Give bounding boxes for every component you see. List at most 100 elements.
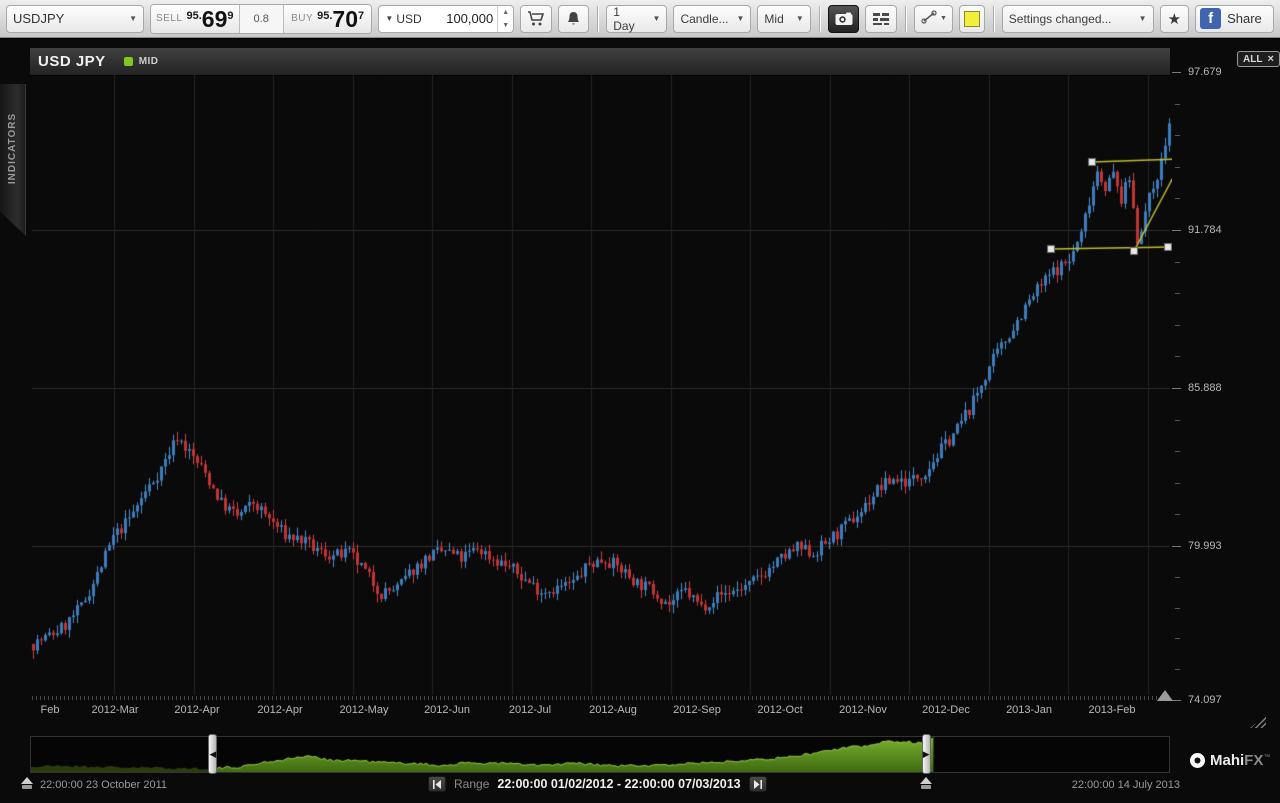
close-icon: × bbox=[1267, 54, 1273, 64]
spread-value: 0.8 bbox=[240, 5, 283, 33]
price-axis-tick bbox=[1172, 230, 1181, 231]
eject-icon bbox=[920, 777, 932, 784]
chevron-down-icon: ▼ bbox=[1139, 14, 1147, 23]
buy-button[interactable]: BUY 95.707 bbox=[283, 5, 372, 33]
chevron-down-icon: ▼ bbox=[796, 14, 804, 23]
price-axis-label: 79.993 bbox=[1188, 540, 1222, 552]
toolbar-separator bbox=[993, 6, 994, 32]
eject-end-marker[interactable] bbox=[919, 777, 933, 791]
price-axis-minor-tick bbox=[1175, 167, 1180, 168]
price-axis-minor-tick bbox=[1175, 638, 1180, 639]
time-axis-label: 2012-Mar bbox=[91, 704, 138, 716]
price-axis-minor-tick bbox=[1175, 577, 1180, 578]
handle-left-arrow-icon: ◀ bbox=[209, 749, 216, 760]
sell-button[interactable]: SELL 95.699 bbox=[151, 5, 240, 33]
alerts-bell-button[interactable] bbox=[558, 5, 590, 33]
time-axis-label: 2012-Nov bbox=[839, 704, 887, 716]
mahifx-logo: Mahi FX ™ bbox=[1190, 752, 1270, 769]
chevron-down-icon: ▼ bbox=[129, 14, 137, 23]
facebook-share-button[interactable]: f Share bbox=[1195, 5, 1274, 33]
navigator-chart[interactable] bbox=[31, 737, 1169, 772]
trade-amount-field[interactable]: ▼ USD 100,000 ▲ ▼ bbox=[378, 5, 514, 33]
logo-trademark: ™ bbox=[1263, 754, 1270, 761]
settings-dropdown[interactable]: Settings changed... ▼ bbox=[1002, 5, 1154, 33]
scroll-to-latest-marker[interactable] bbox=[1157, 690, 1173, 701]
range-value: 22:00:00 01/02/2012 - 22:00:00 07/03/201… bbox=[497, 777, 740, 791]
bell-icon bbox=[566, 11, 581, 27]
navigator-left-handle[interactable]: ◀ bbox=[208, 734, 217, 774]
currency-pair-value: USDJPY bbox=[13, 11, 64, 26]
buy-label: BUY bbox=[291, 13, 313, 24]
trendline-tool-button[interactable]: ▼ bbox=[914, 5, 953, 33]
amount-currency: USD bbox=[396, 12, 421, 26]
color-swatch bbox=[964, 11, 980, 27]
resize-grip-icon[interactable] bbox=[1250, 715, 1266, 728]
price-axis-label: 97.679 bbox=[1188, 66, 1222, 78]
navigator-right-handle[interactable]: ▶ bbox=[922, 734, 931, 774]
trendline-tool-icon bbox=[920, 9, 938, 28]
price-mode-value: Mid bbox=[764, 12, 783, 26]
range-start-timestamp: 22:00:00 23 October 2011 bbox=[40, 779, 167, 791]
price-axis-label: 74.097 bbox=[1188, 694, 1222, 706]
time-axis-ticks bbox=[32, 696, 1170, 700]
quote-panel: SELL 95.699 0.8 BUY 95.707 bbox=[150, 4, 372, 34]
camera-icon bbox=[835, 12, 853, 26]
orders-cart-button[interactable] bbox=[520, 5, 552, 33]
indicators-tab-label: INDICATORS bbox=[7, 112, 18, 183]
chevron-down-icon: ▼ bbox=[737, 14, 745, 23]
currency-pair-dropdown[interactable]: USDJPY ▼ bbox=[6, 5, 144, 33]
top-toolbar: USDJPY ▼ SELL 95.699 0.8 BUY 95.707 ▼ US… bbox=[0, 0, 1280, 38]
skip-start-icon bbox=[432, 780, 442, 789]
time-axis-label: 2012-Dec bbox=[922, 704, 970, 716]
stepper-down-icon[interactable]: ▼ bbox=[498, 19, 513, 32]
sell-price-big: 69 bbox=[202, 5, 228, 33]
toolbar-separator bbox=[597, 6, 598, 32]
amount-stepper[interactable]: ▲ ▼ bbox=[497, 6, 513, 32]
snapshot-camera-button[interactable] bbox=[828, 5, 860, 33]
price-axis-minor-tick bbox=[1175, 451, 1180, 452]
drawing-color-button[interactable] bbox=[959, 5, 985, 33]
time-axis-label: 2012-Aug bbox=[589, 704, 637, 716]
stepper-up-icon[interactable]: ▲ bbox=[498, 6, 513, 19]
price-axis-tick bbox=[1172, 72, 1181, 73]
layout-button[interactable] bbox=[865, 5, 897, 33]
chevron-down-icon[interactable]: ▼ bbox=[385, 14, 393, 23]
skip-to-start-button[interactable] bbox=[428, 776, 446, 792]
chart-type-value: Candle... bbox=[680, 12, 728, 26]
price-axis-minor-tick bbox=[1175, 198, 1180, 199]
chevron-down-icon: ▼ bbox=[653, 14, 661, 23]
range-label: Range bbox=[454, 777, 489, 791]
share-label: Share bbox=[1227, 11, 1262, 26]
buy-price-prefix: 95. bbox=[317, 10, 332, 22]
eject-start-marker[interactable] bbox=[20, 777, 34, 791]
toolbar-separator bbox=[819, 6, 820, 32]
time-axis-label: 2012-Sep bbox=[673, 704, 721, 716]
price-mode-dropdown[interactable]: Mid ▼ bbox=[757, 5, 810, 33]
range-end-timestamp: 22:00:00 14 July 2013 bbox=[1020, 779, 1180, 791]
price-axis-minor-tick bbox=[1175, 293, 1180, 294]
price-axis-tick bbox=[1172, 700, 1181, 701]
navigator-box bbox=[30, 736, 1170, 773]
time-axis-label: 2013-Feb bbox=[1088, 704, 1135, 716]
close-all-button[interactable]: ALL × bbox=[1237, 51, 1280, 67]
price-axis-minor-tick bbox=[1175, 262, 1180, 263]
logo-text-secondary: FX bbox=[1244, 752, 1263, 769]
price-axis-tick bbox=[1172, 546, 1181, 547]
logo-text-primary: Mahi bbox=[1210, 752, 1244, 769]
skip-to-end-button[interactable] bbox=[749, 776, 767, 792]
chart-type-dropdown[interactable]: Candle... ▼ bbox=[673, 5, 751, 33]
facebook-icon: f bbox=[1200, 8, 1221, 29]
time-axis-label: 2012-Jul bbox=[509, 704, 551, 716]
indicators-tab[interactable]: INDICATORS bbox=[0, 84, 26, 236]
time-axis-label: 2013-Jan bbox=[1006, 704, 1052, 716]
period-dropdown[interactable]: 1 Day ▼ bbox=[606, 5, 667, 33]
eject-icon bbox=[21, 777, 33, 784]
time-axis-label: 2012-Apr bbox=[257, 704, 302, 716]
chart-window: INDICATORS USD JPY MID ALL × 97.67991.78… bbox=[0, 39, 1280, 803]
favorite-star-button[interactable]: ★ bbox=[1160, 5, 1190, 33]
price-axis-label: 85.888 bbox=[1188, 382, 1222, 394]
price-chart-canvas[interactable] bbox=[30, 70, 1172, 695]
skip-end-icon bbox=[753, 780, 763, 789]
price-axis-minor-tick bbox=[1175, 325, 1180, 326]
chevron-down-icon[interactable]: ▼ bbox=[940, 15, 947, 22]
